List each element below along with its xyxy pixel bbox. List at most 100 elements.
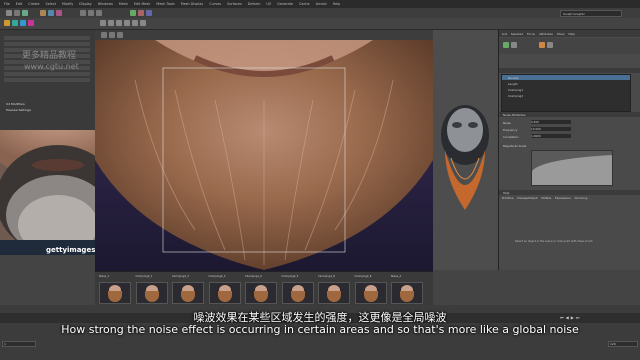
watermark-line2: www.cgtu.net: [24, 62, 79, 71]
end-frame-field[interactable]: 120: [608, 341, 638, 347]
menu-item[interactable]: Surfaces: [227, 2, 242, 6]
isolate-icon[interactable]: [140, 20, 146, 26]
menu-bar: File Edit Create Select Modify Display Windows…: [0, 0, 640, 8]
add-modifier-icon[interactable]: [503, 42, 509, 48]
groom-thumbnail[interactable]: [354, 282, 387, 304]
groom-icon[interactable]: [28, 20, 34, 26]
tree-item[interactable]: Clumping2: [502, 93, 630, 98]
view-grid-icon[interactable]: [109, 32, 115, 38]
clear-preview-icon[interactable]: [547, 42, 553, 48]
workspace-dropdown[interactable]: Sculpt Graphic: [560, 10, 622, 17]
tab-help[interactable]: Help: [568, 32, 574, 36]
render-settings-icon[interactable]: [146, 10, 152, 16]
groom-thumbnail[interactable]: [281, 282, 314, 304]
thumbnail-label: Clumping1_3: [172, 275, 189, 278]
tree-item-label: Clumping2: [508, 94, 524, 98]
tab-selected[interactable]: Selected: [511, 32, 523, 36]
modifier-tree[interactable]: Density Length Clumping1 Clumping2: [501, 74, 631, 112]
groom-thumbnail[interactable]: [172, 282, 204, 304]
magnitude-ramp[interactable]: [531, 150, 613, 186]
menu-item[interactable]: Display: [79, 2, 92, 6]
rotate-tool-icon[interactable]: [48, 10, 54, 16]
groom-thumbnail[interactable]: [208, 282, 241, 304]
attribute-row[interactable]: [4, 42, 90, 46]
groom-thumbnail[interactable]: [245, 282, 277, 304]
tab-primitive[interactable]: Primitive: [502, 197, 513, 202]
description-icon[interactable]: [20, 20, 26, 26]
delete-modifier-icon[interactable]: [511, 42, 517, 48]
ipr-render-icon[interactable]: [138, 10, 144, 16]
select-tool-icon[interactable]: [6, 10, 12, 16]
menu-item[interactable]: UV: [266, 2, 271, 6]
tab-focus[interactable]: Focus: [527, 32, 535, 36]
thumbnail-label: Clumping2_3: [208, 275, 226, 278]
ramp-curve: [532, 155, 612, 185]
tab-utilities[interactable]: Utilities: [541, 197, 551, 202]
menu-item[interactable]: Edit: [16, 2, 23, 6]
move-tool-icon[interactable]: [40, 10, 46, 16]
menu-item[interactable]: Windows: [98, 2, 113, 6]
attribute-row[interactable]: [4, 72, 90, 76]
section-preview-settings[interactable]: Preview Settings: [6, 108, 31, 112]
thumbnail-label: Clumping2_1: [135, 275, 153, 278]
menu-item[interactable]: File: [4, 2, 10, 6]
field-label: Noise: [503, 121, 511, 125]
tab-preview-output[interactable]: Preview/Output: [517, 197, 537, 202]
tree-item[interactable]: Length: [502, 81, 630, 86]
attribute-row[interactable]: [4, 36, 90, 40]
menu-item[interactable]: Arnold: [316, 2, 327, 6]
preview-icon[interactable]: [539, 42, 545, 48]
menu-item[interactable]: Modify: [62, 2, 73, 6]
shaded-icon[interactable]: [124, 20, 130, 26]
groom-thumbnail[interactable]: [99, 282, 131, 304]
scale-tool-icon[interactable]: [56, 10, 62, 16]
view-shading-icon[interactable]: [117, 32, 123, 38]
menu-item[interactable]: Select: [46, 2, 56, 6]
menu-item[interactable]: Create: [28, 2, 39, 6]
camera-icon[interactable]: [100, 20, 106, 26]
tab-show[interactable]: Show: [557, 32, 565, 36]
paint-tool-icon[interactable]: [22, 10, 28, 16]
grid-icon[interactable]: [108, 20, 114, 26]
help-section-header[interactable]: Help: [499, 190, 640, 195]
snap-grid-icon[interactable]: [80, 10, 86, 16]
viewport-3d[interactable]: [95, 40, 433, 271]
status-hint: Select an object in the scene or click p…: [515, 240, 593, 243]
tree-item[interactable]: Clumping1: [502, 87, 630, 92]
wireframe-icon[interactable]: [116, 20, 122, 26]
tab-expressions[interactable]: Expressions: [555, 197, 570, 202]
menu-item[interactable]: Generate: [277, 2, 293, 6]
lasso-tool-icon[interactable]: [14, 10, 20, 16]
attribute-row[interactable]: [4, 78, 90, 82]
snap-point-icon[interactable]: [96, 10, 102, 16]
current-frame-field[interactable]: 1: [2, 341, 36, 347]
menu-item[interactable]: Mesh: [119, 2, 128, 6]
lower-tabs: Primitive Preview/Output Utilities Expre…: [499, 197, 640, 202]
frequency-value-input[interactable]: 10.000: [531, 127, 571, 131]
snap-curve-icon[interactable]: [88, 10, 94, 16]
tab-grooming[interactable]: Grooming: [575, 197, 588, 202]
menu-item[interactable]: Deform: [248, 2, 261, 6]
correlation-value-input[interactable]: 1.0000: [531, 134, 571, 138]
lighting-icon[interactable]: [132, 20, 138, 26]
noise-value-input[interactable]: 0.500: [531, 120, 571, 124]
section-ud-modifiers[interactable]: Ud Modifiers: [6, 102, 25, 106]
menu-item[interactable]: Curves: [209, 2, 221, 6]
groom-thumbnail[interactable]: [391, 282, 423, 304]
tab-list[interactable]: List: [502, 32, 507, 36]
groom-thumbnail[interactable]: [135, 282, 168, 304]
tree-item-selected[interactable]: Density: [502, 75, 630, 80]
menu-item[interactable]: Edit Mesh: [134, 2, 151, 6]
xgen-icon[interactable]: [12, 20, 18, 26]
noise-section-header[interactable]: Noise Attributes: [499, 112, 640, 117]
view-camera-icon[interactable]: [101, 32, 107, 38]
render-icon[interactable]: [130, 10, 136, 16]
curve-tool-icon[interactable]: [4, 20, 10, 26]
menu-item[interactable]: Mesh Tools: [156, 2, 174, 6]
menu-item[interactable]: Cache: [299, 2, 310, 6]
groom-thumbnail[interactable]: [318, 282, 350, 304]
menu-item[interactable]: Help: [333, 2, 341, 6]
menu-item[interactable]: Mesh Display: [181, 2, 204, 6]
tab-attributes[interactable]: Attributes: [539, 32, 553, 36]
field-row-frequency: Frequency 10.000: [503, 127, 633, 132]
